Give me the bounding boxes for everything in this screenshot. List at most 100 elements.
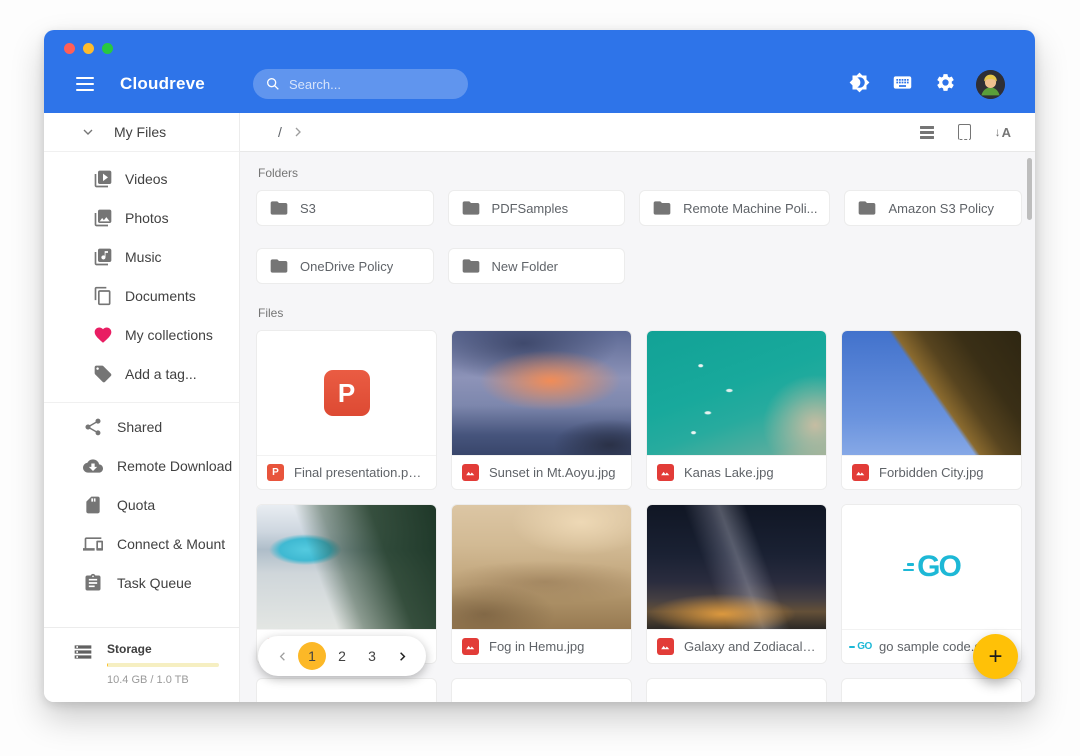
list-view-icon — [920, 126, 934, 139]
user-avatar[interactable] — [976, 70, 1005, 99]
file-card-partial[interactable] — [451, 678, 632, 702]
video-library-icon — [93, 169, 113, 189]
pagination-next-button[interactable] — [388, 642, 416, 670]
sidebar-item-photos[interactable]: Photos — [44, 198, 239, 237]
theme-toggle-button[interactable] — [845, 68, 874, 100]
sidebar-item-music[interactable]: Music — [44, 237, 239, 276]
storage-progress-bar — [107, 663, 219, 667]
storage-icon — [73, 642, 93, 662]
pagination-page-3[interactable]: 3 — [358, 642, 386, 670]
file-thumbnail — [842, 331, 1021, 455]
pagination-page-2[interactable]: 2 — [328, 642, 356, 670]
file-thumbnail — [257, 505, 436, 629]
photo-library-icon — [93, 208, 113, 228]
storage-bar-fill — [107, 663, 108, 667]
image-file-icon — [657, 464, 674, 481]
minimize-window-button[interactable] — [83, 43, 94, 54]
folder-icon — [652, 198, 672, 218]
file-thumbnail — [647, 331, 826, 455]
sidebar-item-remote-download[interactable]: Remote Download — [44, 446, 239, 485]
cloud-download-icon — [83, 456, 103, 476]
file-card-partial[interactable] — [841, 678, 1022, 702]
search-input[interactable] — [289, 77, 456, 92]
pagination: 1 2 3 — [258, 636, 426, 676]
folder-card-remote-machine-policy[interactable]: Remote Machine Poli... — [639, 190, 830, 226]
file-card-partial[interactable] — [646, 678, 827, 702]
breadcrumb-root[interactable]: / — [270, 120, 290, 144]
breadcrumb-chevron-icon — [290, 124, 306, 140]
add-tag-icon — [93, 364, 113, 384]
add-button[interactable]: + — [973, 634, 1018, 679]
sidebar-item-videos[interactable]: Videos — [44, 159, 239, 198]
file-thumbnail — [452, 331, 631, 455]
heart-icon — [93, 325, 113, 345]
sidebar-library-group: Videos Photos Music Documents — [44, 152, 239, 393]
sidebar-item-quota[interactable]: Quota — [44, 485, 239, 524]
folder-card-new-folder[interactable]: New Folder — [448, 248, 626, 284]
storage-summary: Storage 10.4 GB / 1.0 TB — [44, 627, 239, 702]
folder-card-s3[interactable]: S3 — [256, 190, 434, 226]
file-card-kanas-lake[interactable]: Kanas Lake.jpg — [646, 330, 827, 490]
chevron-right-icon — [395, 649, 410, 664]
sidebar-item-connect-mount[interactable]: Connect & Mount — [44, 524, 239, 563]
scrollbar-thumb[interactable] — [1027, 158, 1032, 220]
storage-usage: 10.4 GB / 1.0 TB — [107, 674, 219, 686]
file-card-sunset[interactable]: Sunset in Mt.Aoyu.jpg — [451, 330, 632, 490]
storage-label: Storage — [107, 642, 219, 656]
pagination-prev-button[interactable] — [268, 642, 296, 670]
devices-icon — [83, 534, 103, 554]
file-card-forbidden-city[interactable]: Forbidden City.jpg — [841, 330, 1022, 490]
pagination-style-button[interactable] — [955, 121, 974, 143]
shortcuts-button[interactable] — [888, 68, 917, 100]
file-card-fog-in-hemu[interactable]: Fog in Hemu.jpg — [451, 504, 632, 664]
folder-card-amazon-s3-policy[interactable]: Amazon S3 Policy — [844, 190, 1022, 226]
avatar-image — [976, 70, 1005, 99]
documents-icon — [93, 286, 113, 306]
sidebar-section-my-files[interactable]: My Files — [44, 113, 239, 152]
music-library-icon — [93, 247, 113, 267]
file-thumbnail — [647, 505, 826, 629]
file-thumbnail — [452, 505, 631, 629]
folder-icon — [269, 256, 289, 276]
file-card-final-presentation[interactable]: P P Final presentation.pp... — [256, 330, 437, 490]
close-window-button[interactable] — [64, 43, 75, 54]
keyboard-icon — [892, 72, 913, 96]
sidebar-item-shared[interactable]: Shared — [44, 407, 239, 446]
list-view-button[interactable] — [917, 123, 937, 142]
app-window: Cloudreve — [44, 30, 1035, 702]
sd-card-icon — [83, 495, 103, 515]
menu-button[interactable] — [72, 73, 98, 95]
app-header: Cloudreve — [44, 30, 1035, 113]
breadcrumb-bar: / ↓A — [240, 113, 1035, 152]
folder-icon — [461, 198, 481, 218]
image-file-icon — [462, 464, 479, 481]
sidebar-item-my-collections[interactable]: My collections — [44, 315, 239, 354]
file-thumbnail: P — [257, 331, 436, 455]
powerpoint-icon: P — [324, 370, 370, 416]
sidebar-item-add-tag[interactable]: Add a tag... — [44, 354, 239, 393]
my-files-label: My Files — [114, 124, 166, 140]
pagination-page-1[interactable]: 1 — [298, 642, 326, 670]
image-file-icon — [852, 464, 869, 481]
sidebar-item-documents[interactable]: Documents — [44, 276, 239, 315]
file-card-partial[interactable] — [256, 678, 437, 702]
gear-icon — [935, 72, 956, 96]
share-icon — [83, 417, 103, 437]
settings-button[interactable] — [931, 68, 960, 100]
sort-icon: ↓A — [995, 125, 1011, 140]
desktop-background: Cloudreve — [0, 0, 1080, 756]
folder-icon — [461, 256, 481, 276]
go-file-icon: GO — [852, 638, 869, 655]
file-thumbnail: GO — [842, 505, 1021, 629]
file-browser: Folders S3 PDFSamples Remote Machine — [240, 152, 1035, 702]
folder-card-onedrive-policy[interactable]: OneDrive Policy — [256, 248, 434, 284]
file-card-galaxy[interactable]: Galaxy and Zodiacal ... — [646, 504, 827, 664]
app-title: Cloudreve — [120, 74, 205, 94]
page-style-icon — [958, 124, 971, 140]
folder-card-pdfsamples[interactable]: PDFSamples — [448, 190, 626, 226]
search-bar[interactable] — [253, 69, 468, 99]
sort-button[interactable]: ↓A — [992, 122, 1014, 143]
sidebar-item-task-queue[interactable]: Task Queue — [44, 563, 239, 602]
maximize-window-button[interactable] — [102, 43, 113, 54]
folders-section-label: Folders — [256, 166, 1022, 180]
